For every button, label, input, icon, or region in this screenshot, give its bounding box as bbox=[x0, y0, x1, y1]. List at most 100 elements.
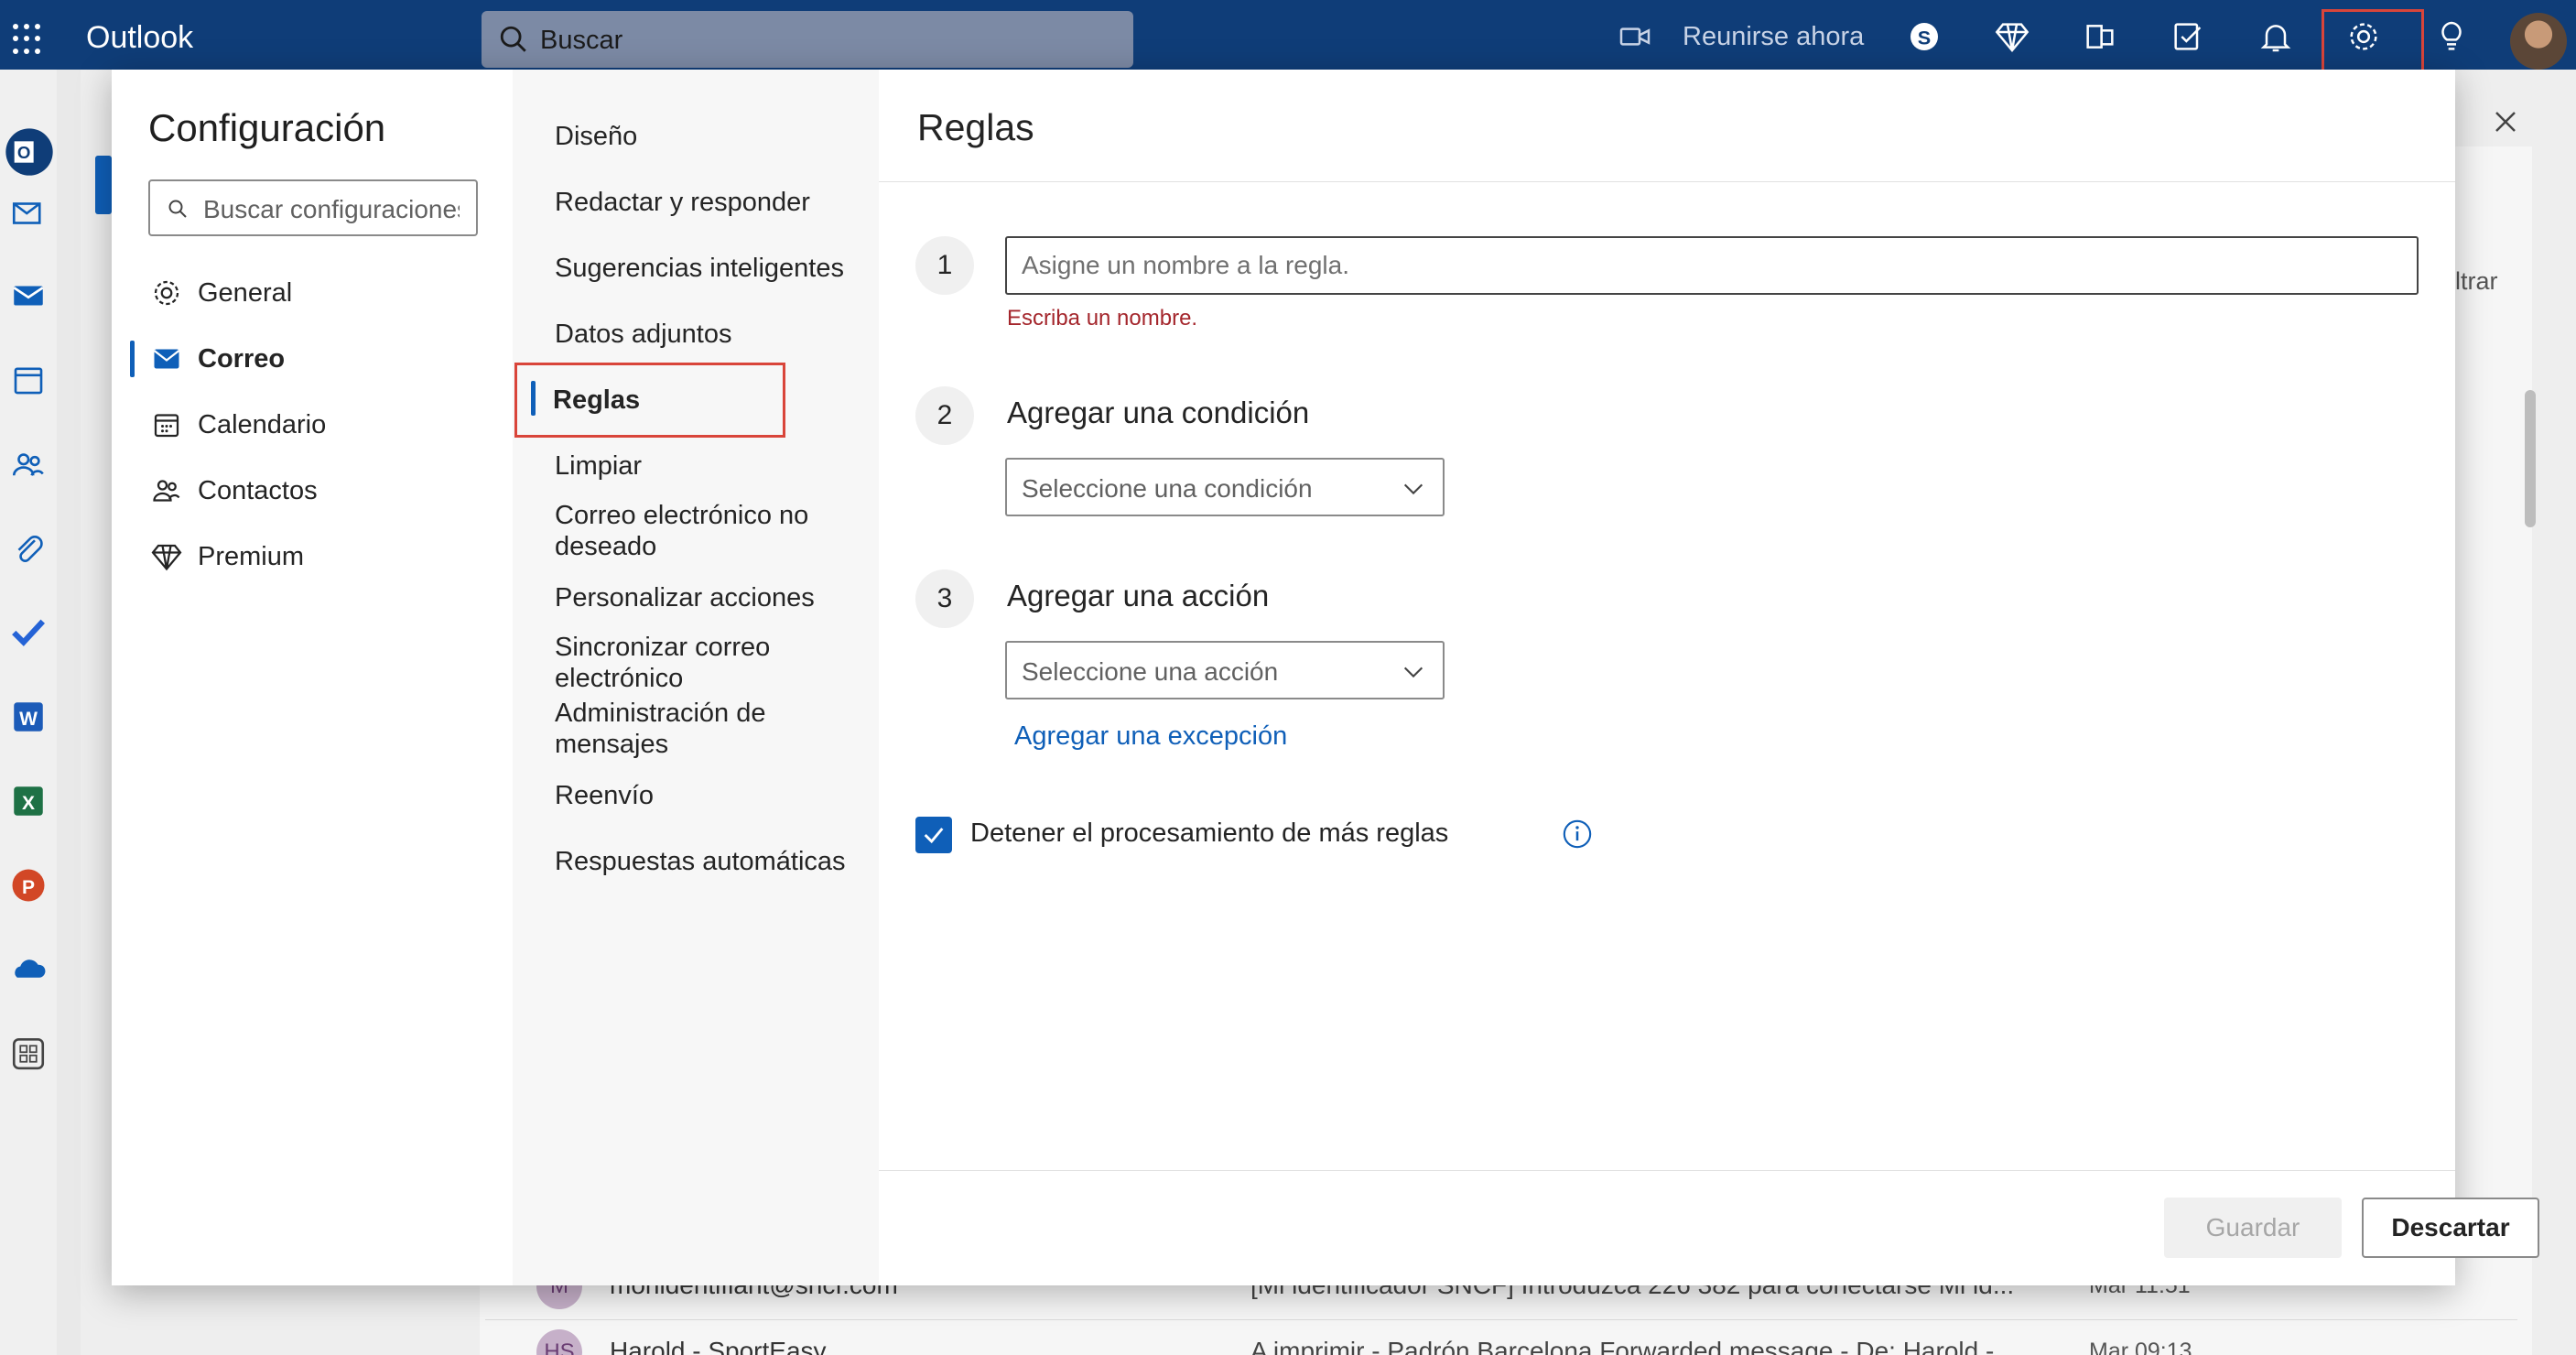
save-button[interactable]: Guardar bbox=[2164, 1198, 2342, 1258]
category-premium[interactable]: Premium bbox=[130, 529, 496, 584]
svg-text:X: X bbox=[22, 793, 35, 814]
video-icon[interactable] bbox=[1617, 18, 1653, 55]
mail-icon[interactable] bbox=[9, 276, 48, 315]
header-divider bbox=[879, 181, 2455, 182]
subsection-layout[interactable]: Diseño bbox=[555, 121, 866, 152]
search-box[interactable]: Buscar bbox=[482, 11, 1133, 68]
step-number: 3 bbox=[915, 569, 974, 628]
svg-text:O: O bbox=[17, 143, 31, 162]
people-icon[interactable] bbox=[9, 445, 48, 483]
calendar-icon bbox=[154, 414, 179, 438]
rules-panel: Reglas 1 Escriba un nombre. 2 Agregar un… bbox=[879, 70, 2539, 1285]
top-bar: Outlook Buscar Reunirse ahora S bbox=[0, 0, 2576, 86]
step-number: 2 bbox=[915, 386, 974, 445]
settings-subsections: Diseño Redactar y responder Sugerencias … bbox=[513, 70, 879, 1285]
new-mail-icon[interactable] bbox=[9, 194, 48, 233]
avatar[interactable] bbox=[2510, 13, 2567, 70]
office-icon[interactable] bbox=[2082, 18, 2118, 55]
onedrive-icon[interactable] bbox=[9, 950, 48, 989]
footer-divider bbox=[879, 1170, 2455, 1171]
category-label: Contactos bbox=[198, 476, 318, 505]
condition-dropdown[interactable]: Seleccione una condición bbox=[1005, 458, 1445, 516]
search-placeholder: Buscar bbox=[540, 26, 623, 55]
message-sender: Harold - SportEasy bbox=[610, 1337, 827, 1355]
app-name[interactable]: Outlook bbox=[86, 20, 193, 56]
settings-categories: Configuración Buscar configuraciones Gen… bbox=[112, 70, 513, 1285]
action-dropdown-value: Seleccione una acción bbox=[1022, 657, 1279, 686]
checkmark-icon bbox=[924, 828, 944, 844]
waffle-icon[interactable] bbox=[13, 24, 44, 55]
message-subject: A imprimir - Padrón Barcelona Forwarded … bbox=[1250, 1337, 1995, 1355]
calendar-icon[interactable] bbox=[9, 361, 48, 399]
premium-diamond-icon[interactable] bbox=[1994, 18, 2030, 55]
add-exception-link[interactable]: Agregar una excepción bbox=[1014, 721, 1287, 752]
category-label: Premium bbox=[198, 542, 305, 571]
discard-button[interactable]: Descartar bbox=[2362, 1198, 2539, 1258]
close-icon[interactable] bbox=[2492, 108, 2519, 136]
people-icon bbox=[153, 480, 180, 502]
condition-heading: Agregar una condición bbox=[1007, 396, 1310, 429]
meet-now-button[interactable]: Reunirse ahora bbox=[1683, 22, 1864, 52]
category-calendar[interactable]: Calendario bbox=[130, 397, 496, 452]
message-time: Mar 09:13 bbox=[2089, 1339, 2192, 1355]
lightbulb-icon[interactable] bbox=[2433, 18, 2470, 55]
svg-text:S: S bbox=[1918, 26, 1931, 49]
subsection-junk-email[interactable]: Correo electrónico no deseado bbox=[555, 500, 866, 562]
info-icon[interactable] bbox=[1562, 818, 1593, 850]
excel-icon[interactable]: X bbox=[9, 782, 48, 820]
rule-name-input[interactable] bbox=[1007, 238, 2417, 293]
subsection-forwarding[interactable]: Reenvío bbox=[555, 780, 866, 811]
subsection-compose[interactable]: Redactar y responder bbox=[555, 187, 866, 218]
mail-icon bbox=[153, 349, 180, 369]
stop-processing-checkbox[interactable] bbox=[915, 817, 952, 853]
category-label: Calendario bbox=[198, 410, 327, 439]
subsection-message-handling[interactable]: Administración de mensajes bbox=[555, 698, 866, 760]
chevron-down-icon bbox=[1403, 667, 1423, 678]
action-heading: Agregar una acción bbox=[1007, 579, 1270, 612]
avatar: HS bbox=[536, 1329, 582, 1355]
action-dropdown[interactable]: Seleccione una acción bbox=[1005, 641, 1445, 699]
settings-dialog: Configuración Buscar configuraciones Gen… bbox=[112, 70, 2539, 1285]
search-icon bbox=[500, 26, 526, 52]
outlook-app-icon[interactable]: O bbox=[4, 126, 55, 178]
skype-icon[interactable]: S bbox=[1906, 18, 1943, 55]
todo-check-icon[interactable] bbox=[9, 613, 48, 652]
diamond-icon bbox=[151, 544, 182, 571]
word-icon[interactable]: W bbox=[9, 698, 48, 736]
bell-icon[interactable] bbox=[2257, 18, 2294, 55]
rules-highlight-box bbox=[514, 363, 785, 438]
category-mail[interactable]: Correo bbox=[130, 331, 496, 386]
category-general[interactable]: General bbox=[130, 266, 496, 320]
attachment-icon[interactable] bbox=[9, 529, 48, 568]
subsection-attachments[interactable]: Datos adjuntos bbox=[555, 319, 866, 350]
subsection-sync-email[interactable]: Sincronizar correo electrónico bbox=[555, 632, 866, 694]
svg-text:P: P bbox=[22, 877, 35, 898]
new-message-button-bg bbox=[95, 156, 112, 214]
todo-icon[interactable] bbox=[2170, 18, 2206, 55]
apps-grid-icon[interactable] bbox=[9, 1035, 48, 1073]
subsection-smart-suggestions[interactable]: Sugerencias inteligentes bbox=[555, 253, 866, 284]
subsection-customize-actions[interactable]: Personalizar acciones bbox=[555, 582, 866, 613]
gear-icon bbox=[154, 280, 179, 306]
search-icon bbox=[168, 200, 187, 218]
rule-name-error: Escriba un nombre. bbox=[1007, 306, 1198, 331]
settings-search-input[interactable]: Buscar configuraciones bbox=[148, 179, 478, 236]
svg-text:W: W bbox=[19, 709, 38, 730]
rule-name-field[interactable] bbox=[1005, 236, 2419, 295]
subsection-sweep[interactable]: Limpiar bbox=[555, 450, 866, 482]
panel-title: Reglas bbox=[917, 106, 1034, 148]
scrollbar[interactable] bbox=[2525, 390, 2536, 527]
category-label: General bbox=[198, 278, 293, 308]
chevron-down-icon bbox=[1403, 483, 1423, 495]
list-item[interactable]: HS Harold - SportEasy A imprimir - Padró… bbox=[485, 1313, 2517, 1355]
stop-processing-label[interactable]: Detener el procesamiento de más reglas bbox=[970, 818, 1448, 849]
category-contacts[interactable]: Contactos bbox=[130, 463, 496, 518]
settings-search-placeholder: Buscar configuraciones bbox=[203, 195, 460, 223]
settings-title: Configuración bbox=[148, 106, 386, 149]
subsection-automatic-replies[interactable]: Respuestas automáticas bbox=[555, 846, 866, 877]
condition-dropdown-value: Seleccione una condición bbox=[1022, 474, 1313, 503]
powerpoint-icon[interactable]: P bbox=[9, 866, 48, 905]
step-number: 1 bbox=[915, 236, 974, 295]
category-label: Correo bbox=[198, 344, 286, 374]
filter-label-bg: ltrar bbox=[2455, 267, 2498, 295]
